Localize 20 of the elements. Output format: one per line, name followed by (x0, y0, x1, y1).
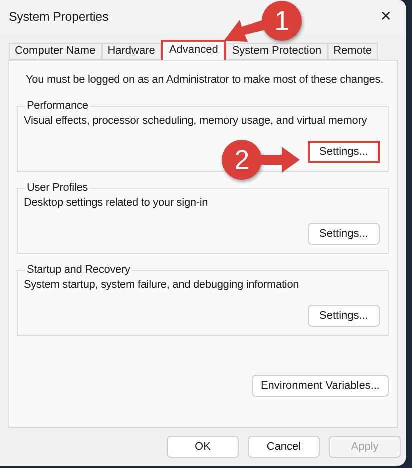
notice-text: You must be logged on as an Administrator to make most of these changes. (26, 74, 385, 86)
tab[interactable]: System Protection (226, 43, 328, 60)
window-title: System Properties (9, 10, 109, 24)
tab[interactable]: Computer Name (9, 43, 102, 60)
tab[interactable]: Remote (328, 43, 378, 60)
settings-button[interactable]: Settings... (308, 305, 380, 327)
group-description: Desktop settings related to your sign-in (24, 197, 210, 209)
group-title: User Profiles (26, 182, 90, 194)
settings-button[interactable]: Settings... (308, 141, 380, 163)
group-title: Startup and Recovery (26, 264, 132, 276)
dialog-button[interactable]: Cancel (248, 436, 320, 458)
settings-button[interactable]: Settings... (308, 223, 380, 245)
tab[interactable]: Advanced (161, 40, 226, 60)
tab[interactable]: Hardware (102, 43, 162, 60)
environment-variables-button[interactable]: Environment Variables... (252, 375, 389, 397)
group-description: System startup, system failure, and debugging information (24, 279, 300, 291)
dialog-button[interactable]: OK (167, 436, 239, 458)
group-description: Visual effects, processor scheduling, memory usage, and virtual memory (24, 115, 368, 127)
close-button[interactable]: ✕ (374, 9, 398, 25)
group-title: Performance (26, 100, 90, 112)
